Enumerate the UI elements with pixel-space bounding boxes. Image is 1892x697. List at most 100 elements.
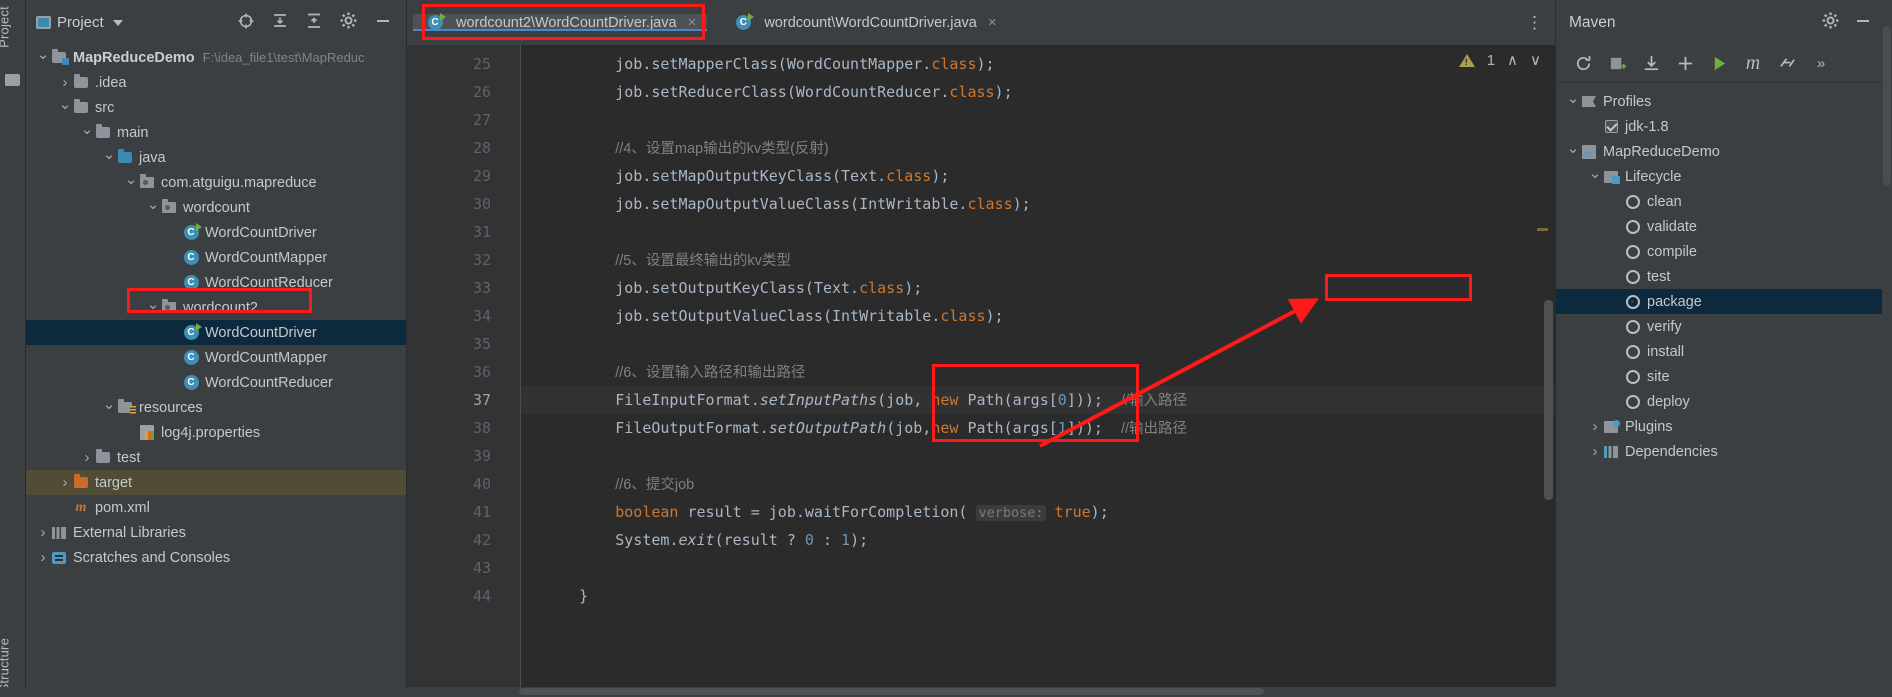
maven-node-clean[interactable]: clean xyxy=(1556,189,1882,214)
chevron-down-icon[interactable]: ⌄ xyxy=(146,297,160,315)
prev-problem-icon[interactable]: ∧ xyxy=(1507,51,1518,69)
more-icon[interactable]: » xyxy=(1804,49,1838,79)
chevron-right-icon[interactable]: › xyxy=(1588,443,1602,460)
chevron-down-icon[interactable]: ⌄ xyxy=(102,397,116,415)
code-line[interactable]: job.setReducerClass(WordCountReducer.cla… xyxy=(521,78,1555,106)
hide-panel-icon[interactable] xyxy=(374,12,392,34)
editor-horizontal-scrollbar[interactable] xyxy=(519,688,1264,695)
chevron-right-icon[interactable]: › xyxy=(36,524,50,541)
maven-node-compile[interactable]: compile xyxy=(1556,239,1882,264)
maven-node-dependencies[interactable]: › Dependencies xyxy=(1556,439,1882,464)
maven-node-plugins[interactable]: › Plugins xyxy=(1556,414,1882,439)
maven-node-site[interactable]: site xyxy=(1556,364,1882,389)
maven-node-install[interactable]: install xyxy=(1556,339,1882,364)
tree-node-wordcountmapper[interactable]: C WordCountMapper xyxy=(26,345,406,370)
code-line[interactable] xyxy=(521,442,1555,470)
tree-node-wordcountmapper[interactable]: C WordCountMapper xyxy=(26,245,406,270)
more-options-icon[interactable]: ⋮ xyxy=(1526,14,1543,31)
chevron-down-icon[interactable] xyxy=(112,19,123,26)
project-tree[interactable]: ⌄ MapReduceDemo F:\idea_file1\test\MapRedu… xyxy=(26,45,406,697)
tree-node-wordcountdriver[interactable]: C WordCountDriver xyxy=(26,220,406,245)
tree-node-src[interactable]: ⌄ src xyxy=(26,95,406,120)
chevron-right-icon[interactable]: › xyxy=(58,474,72,491)
chevron-down-icon[interactable]: ⌄ xyxy=(102,147,116,165)
close-icon[interactable]: × xyxy=(688,14,697,31)
code-text-area[interactable]: job.setMapperClass(WordCountMapper.class… xyxy=(521,45,1555,697)
chevron-down-icon[interactable]: ⌄ xyxy=(1566,91,1580,109)
maven-node-verify[interactable]: verify xyxy=(1556,314,1882,339)
chevron-down-icon[interactable]: ⌄ xyxy=(80,122,94,140)
tree-node-external-libraries[interactable]: › External Libraries xyxy=(26,520,406,545)
chevron-down-icon[interactable]: ⌄ xyxy=(124,172,138,190)
maven-node-validate[interactable]: validate xyxy=(1556,214,1882,239)
code-line[interactable]: //5、设置最终输出的kv类型 xyxy=(521,246,1555,274)
tree-node-pom-xml[interactable]: m pom.xml xyxy=(26,495,406,520)
editor-tab-1[interactable]: Cwordcount2\WordCountDriver.java × xyxy=(413,13,708,31)
editor-vertical-scrollbar[interactable] xyxy=(1544,300,1553,500)
maven-node-jdk-1-8[interactable]: jdk-1.8 xyxy=(1556,114,1882,139)
collapse-all-icon[interactable] xyxy=(305,12,323,34)
skip-tests-icon[interactable] xyxy=(1770,49,1804,79)
maven-m-icon[interactable]: m xyxy=(1736,49,1770,79)
tool-window-button-project[interactable]: Project xyxy=(0,6,12,48)
code-line[interactable]: FileInputFormat.setInputPaths(job, new P… xyxy=(521,386,1555,414)
tree-node-java[interactable]: ⌄ java xyxy=(26,145,406,170)
tree-node-mapreducedemo[interactable]: ⌄ MapReduceDemo F:\idea_file1\test\MapRedu… xyxy=(26,45,406,70)
chevron-right-icon[interactable]: › xyxy=(58,74,72,91)
maven-tree[interactable]: ⌄Profilesjdk-1.8⌄MapReduceDemo⌄Lifecycle… xyxy=(1556,83,1882,697)
chevron-down-icon[interactable]: ⌄ xyxy=(1588,166,1602,184)
maven-node-deploy[interactable]: deploy xyxy=(1556,389,1882,414)
code-line[interactable]: System.exit(result ? 0 : 1); xyxy=(521,526,1555,554)
settings-gear-icon[interactable] xyxy=(339,11,358,34)
close-icon[interactable]: × xyxy=(988,14,997,31)
tool-window-button-structure[interactable]: Structure xyxy=(0,638,12,693)
maven-scrollbar[interactable] xyxy=(1883,26,1891,186)
chevron-right-icon[interactable]: › xyxy=(80,449,94,466)
code-line[interactable]: job.setOutputKeyClass(Text.class); xyxy=(521,274,1555,302)
maven-node-package[interactable]: package xyxy=(1556,289,1882,314)
run-icon[interactable] xyxy=(1702,49,1736,79)
tree-node--idea[interactable]: › .idea xyxy=(26,70,406,95)
code-line[interactable]: job.setMapperClass(WordCountMapper.class… xyxy=(521,50,1555,78)
code-line[interactable]: FileOutputFormat.setOutputPath(job,new P… xyxy=(521,414,1555,442)
code-line[interactable] xyxy=(521,218,1555,246)
maven-node-test[interactable]: test xyxy=(1556,264,1882,289)
tree-node-target[interactable]: › target xyxy=(26,470,406,495)
editor-tab-2[interactable]: Cwordcount\WordCountDriver.java × xyxy=(721,13,1007,31)
tree-node-log4j-properties[interactable]: log4j.properties xyxy=(26,420,406,445)
tree-node-wordcountreducer[interactable]: C WordCountReducer xyxy=(26,370,406,395)
chevron-right-icon[interactable]: › xyxy=(36,549,50,566)
tree-node-wordcount2[interactable]: ⌄ wordcount2 xyxy=(26,295,406,320)
code-line[interactable] xyxy=(521,330,1555,358)
add-maven-project-icon[interactable] xyxy=(1600,49,1634,79)
code-line[interactable]: job.setOutputValueClass(IntWritable.clas… xyxy=(521,302,1555,330)
code-line[interactable]: //6、提交job xyxy=(521,470,1555,498)
chevron-down-icon[interactable]: ⌄ xyxy=(36,47,50,65)
chevron-down-icon[interactable]: ⌄ xyxy=(146,197,160,215)
code-line[interactable] xyxy=(521,106,1555,134)
tree-node-wordcountdriver[interactable]: C WordCountDriver xyxy=(26,320,406,345)
code-line[interactable]: //6、设置输入路径和输出路径 xyxy=(521,358,1555,386)
plus-icon[interactable] xyxy=(1668,49,1702,79)
code-line[interactable]: } xyxy=(521,582,1555,610)
refresh-icon[interactable] xyxy=(1566,49,1600,79)
maven-node-lifecycle[interactable]: ⌄ Lifecycle xyxy=(1556,164,1882,189)
tree-node-com-atguigu-mapreduce[interactable]: ⌄ com.atguigu.mapreduce xyxy=(26,170,406,195)
code-line[interactable] xyxy=(521,554,1555,582)
chevron-right-icon[interactable]: › xyxy=(1588,418,1602,435)
locate-target-icon[interactable] xyxy=(237,12,255,34)
code-line[interactable]: boolean result = job.waitForCompletion( … xyxy=(521,498,1555,526)
chevron-down-icon[interactable]: ⌄ xyxy=(58,97,72,115)
tree-node-wordcountreducer[interactable]: C WordCountReducer xyxy=(26,270,406,295)
tree-node-scratches-and-consoles[interactable]: › Scratches and Consoles xyxy=(26,545,406,570)
tree-node-resources[interactable]: ⌄ resources xyxy=(26,395,406,420)
code-fold-strip[interactable] xyxy=(509,45,521,697)
maven-node-mapreducedemo[interactable]: ⌄ MapReduceDemo xyxy=(1556,139,1882,164)
next-problem-icon[interactable]: ∨ xyxy=(1530,51,1541,69)
maven-node-profiles[interactable]: ⌄ Profiles xyxy=(1556,89,1882,114)
tree-node-test[interactable]: › test xyxy=(26,445,406,470)
code-line[interactable]: job.setMapOutputKeyClass(Text.class); xyxy=(521,162,1555,190)
tree-node-wordcount[interactable]: ⌄ wordcount xyxy=(26,195,406,220)
expand-all-icon[interactable] xyxy=(271,12,289,34)
chevron-down-icon[interactable]: ⌄ xyxy=(1566,141,1580,159)
